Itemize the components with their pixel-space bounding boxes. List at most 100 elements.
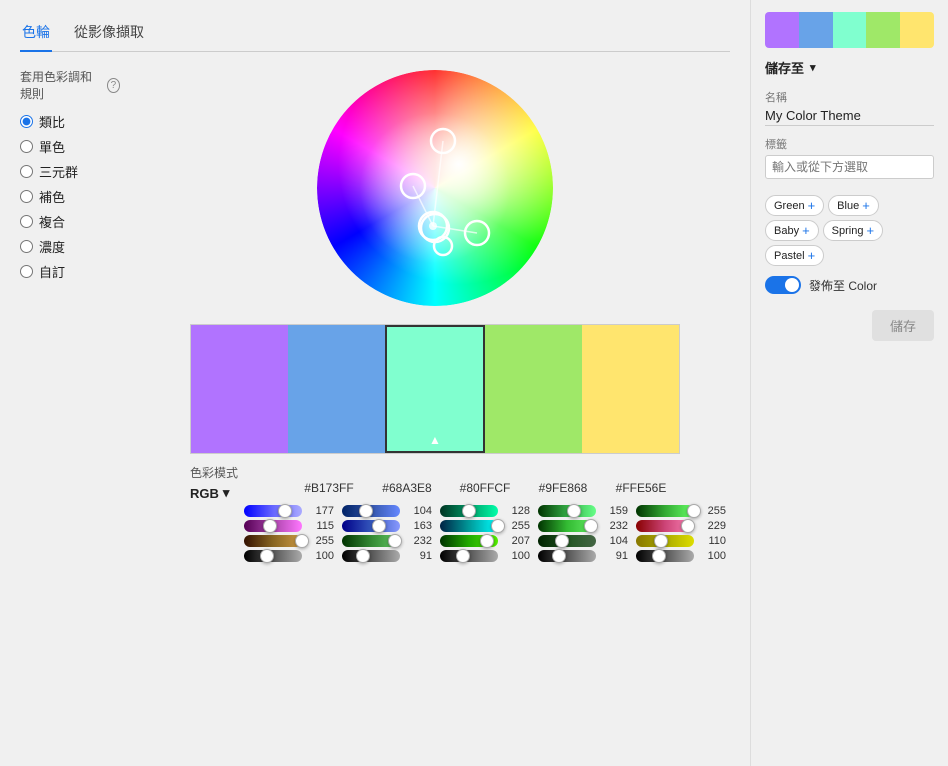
- slider-val-2-1: 255: [502, 520, 530, 532]
- slider-1-2[interactable]: 232: [338, 535, 436, 547]
- slider-col-2: 128 255 207: [436, 505, 534, 562]
- slider-3-3[interactable]: 91: [534, 550, 632, 562]
- slider-4-2[interactable]: 110: [632, 535, 730, 547]
- radio-compound[interactable]: 複合: [20, 212, 120, 231]
- radio-analog[interactable]: 類比: [20, 112, 120, 131]
- swatch-1[interactable]: [288, 325, 385, 453]
- radio-group: 類比 單色 三元群 補色 複合: [20, 112, 120, 281]
- slider-2-0[interactable]: 128: [436, 505, 534, 517]
- radio-triad[interactable]: 三元群: [20, 162, 120, 181]
- slider-val-3-0: 159: [600, 505, 628, 517]
- swatch-2[interactable]: [385, 325, 486, 453]
- slider-0-1[interactable]: 115: [240, 520, 338, 532]
- save-to-row[interactable]: 儲存至 ▾: [765, 58, 934, 77]
- slider-3-0[interactable]: 159: [534, 505, 632, 517]
- color-wheel-svg[interactable]: [315, 68, 555, 308]
- slider-3-1[interactable]: 232: [534, 520, 632, 532]
- slider-val-2-3: 100: [502, 550, 530, 562]
- tab-from-image[interactable]: 從影像擷取: [72, 16, 146, 51]
- slider-val-3-2: 104: [600, 535, 628, 547]
- slider-val-0-1: 115: [306, 520, 334, 532]
- slider-val-1-3: 91: [404, 550, 432, 562]
- radio-mono[interactable]: 單色: [20, 137, 120, 156]
- slider-2-2[interactable]: 207: [436, 535, 534, 547]
- swatch-4[interactable]: [582, 325, 679, 453]
- toggle-knob: [785, 278, 799, 292]
- swatch-3[interactable]: [485, 325, 582, 453]
- name-field-row: 名稱 My Color Theme: [765, 89, 934, 126]
- tag-chip-blue[interactable]: Blue +: [828, 195, 879, 216]
- radio-complement[interactable]: 補色: [20, 187, 120, 206]
- help-icon[interactable]: ?: [107, 78, 120, 93]
- tag-plus-blue[interactable]: +: [862, 198, 870, 213]
- preview-color-0: [765, 12, 799, 48]
- preview-color-3: [866, 12, 900, 48]
- slider-0-3[interactable]: 100: [240, 550, 338, 562]
- slider-4-1[interactable]: 229: [632, 520, 730, 532]
- slider-val-1-1: 163: [404, 520, 432, 532]
- tag-chip-baby[interactable]: Baby +: [765, 220, 819, 241]
- slider-3-2[interactable]: 104: [534, 535, 632, 547]
- slider-2-1[interactable]: 255: [436, 520, 534, 532]
- slider-1-1[interactable]: 163: [338, 520, 436, 532]
- tags-label: 標籤: [765, 136, 934, 152]
- hex-label-3: #9FE868: [524, 481, 602, 495]
- swatches-container: [190, 324, 680, 454]
- tag-chips: Green + Blue + Baby + Spring + Pastel +: [765, 195, 934, 266]
- tab-color-wheel[interactable]: 色輪: [20, 16, 52, 52]
- slider-val-1-0: 104: [404, 505, 432, 517]
- section-label: 套用色彩調和規則 ?: [20, 68, 120, 102]
- slider-col-3: 159 232 104: [534, 505, 632, 562]
- tag-chip-green[interactable]: Green +: [765, 195, 824, 216]
- slider-val-0-3: 100: [306, 550, 334, 562]
- color-preview-strip: [765, 12, 934, 48]
- tags-field-row: 標籤: [765, 136, 934, 185]
- slider-1-0[interactable]: 104: [338, 505, 436, 517]
- publish-label: 發佈至 Color: [809, 277, 877, 294]
- tags-input[interactable]: [765, 155, 934, 179]
- slider-col-4: 255 229 110: [632, 505, 730, 562]
- preview-color-2: [833, 12, 867, 48]
- save-button[interactable]: 儲存: [872, 310, 934, 341]
- slider-val-2-0: 128: [502, 505, 530, 517]
- chevron-down-icon: ▾: [810, 61, 816, 74]
- slider-4-3[interactable]: 100: [632, 550, 730, 562]
- slider-col-0: 177 115 255: [240, 505, 338, 562]
- tag-chip-pastel[interactable]: Pastel +: [765, 245, 824, 266]
- slider-val-0-2: 255: [306, 535, 334, 547]
- hex-label-0: #B173FF: [290, 481, 368, 495]
- color-mode-select[interactable]: RGB ▾: [190, 485, 290, 501]
- slider-val-3-3: 91: [600, 550, 628, 562]
- tag-plus-baby[interactable]: +: [802, 223, 810, 238]
- slider-val-1-2: 232: [404, 535, 432, 547]
- slider-0-2[interactable]: 255: [240, 535, 338, 547]
- tag-plus-green[interactable]: +: [808, 198, 816, 213]
- preview-color-4: [900, 12, 934, 48]
- name-value[interactable]: My Color Theme: [765, 108, 934, 126]
- chevron-down-icon: ▾: [223, 485, 230, 501]
- name-label: 名稱: [765, 89, 934, 105]
- radio-custom[interactable]: 自訂: [20, 262, 120, 281]
- right-panel: 儲存至 ▾ 名稱 My Color Theme 標籤 Green + Blue …: [750, 0, 948, 766]
- tag-plus-pastel[interactable]: +: [808, 248, 816, 263]
- slider-4-0[interactable]: 255: [632, 505, 730, 517]
- slider-1-3[interactable]: 91: [338, 550, 436, 562]
- tag-plus-spring[interactable]: +: [866, 223, 874, 238]
- color-mode-label: 色彩模式: [190, 464, 290, 481]
- hex-label-1: #68A3E8: [368, 481, 446, 495]
- publish-toggle[interactable]: [765, 276, 801, 294]
- color-wheel[interactable]: [315, 68, 555, 308]
- slider-val-4-0: 255: [698, 505, 726, 517]
- hex-label-4: #FFE56E: [602, 481, 680, 495]
- slider-val-4-3: 100: [698, 550, 726, 562]
- radio-tones[interactable]: 濃度: [20, 237, 120, 256]
- slider-2-3[interactable]: 100: [436, 550, 534, 562]
- publish-toggle-row[interactable]: 發佈至 Color: [765, 276, 934, 294]
- slider-val-4-2: 110: [698, 535, 726, 547]
- hex-label-2: #80FFCF: [446, 481, 524, 495]
- slider-val-0-0: 177: [306, 505, 334, 517]
- sliders-container: 177 115 255: [240, 505, 730, 562]
- tag-chip-spring[interactable]: Spring +: [823, 220, 883, 241]
- swatch-0[interactable]: [191, 325, 288, 453]
- slider-0-0[interactable]: 177: [240, 505, 338, 517]
